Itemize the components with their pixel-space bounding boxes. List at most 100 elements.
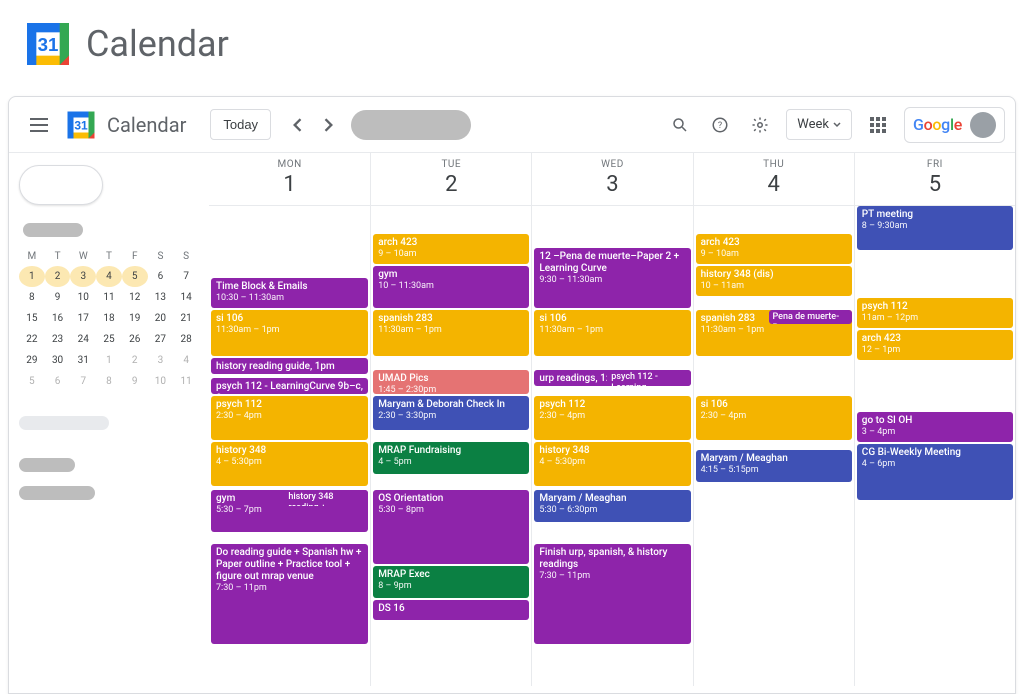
mini-cal-day[interactable]: 13 <box>148 287 174 308</box>
next-week-button[interactable] <box>313 109 345 141</box>
calendar-event[interactable]: Pena de muerte-Pap <box>769 310 852 324</box>
day-column[interactable]: 12 –Pena de muerte–Paper 2 + Learning Cu… <box>531 206 692 686</box>
mini-cal-day[interactable]: 16 <box>45 308 71 329</box>
calendar-event[interactable]: Finish urp, spanish, & history readings7… <box>534 544 690 644</box>
mini-cal-day[interactable]: 2 <box>45 266 71 287</box>
calendar-event[interactable]: PT meeting8 – 9:30am <box>857 206 1013 250</box>
calendar-event[interactable]: history 348 reading + <box>284 490 368 506</box>
mini-cal-day[interactable]: 4 <box>173 350 199 371</box>
calendar-event[interactable]: Do reading guide + Spanish hw + Paper ou… <box>211 544 368 644</box>
app-title: Calendar <box>107 113 186 137</box>
mini-cal-day[interactable]: 20 <box>148 308 174 329</box>
main-menu-button[interactable] <box>19 105 59 145</box>
mini-cal-day[interactable]: 25 <box>96 329 122 350</box>
mini-cal-day[interactable]: 5 <box>19 371 45 392</box>
day-column[interactable]: arch 4239 – 10amgym10 – 11:30amspanish 2… <box>370 206 531 686</box>
mini-calendar[interactable]: MTWTFSS 12345678910111213141516171819202… <box>19 247 199 392</box>
mini-cal-day[interactable]: 26 <box>122 329 148 350</box>
calendar-event[interactable]: si 1062:30 – 4pm <box>696 396 852 440</box>
calendar-event[interactable]: MRAP Exec8 – 9pm <box>373 566 529 598</box>
mini-cal-day[interactable]: 7 <box>173 266 199 287</box>
mini-cal-day[interactable]: 31 <box>70 350 96 371</box>
calendar-event[interactable]: arch 42312 – 1pm <box>857 330 1013 360</box>
calendar-event[interactable]: Maryam / Meaghan5:30 – 6:30pm <box>534 490 690 522</box>
mini-cal-day[interactable]: 17 <box>70 308 96 329</box>
mini-cal-day[interactable]: 21 <box>173 308 199 329</box>
calendar-event[interactable]: gym10 – 11:30am <box>373 266 529 308</box>
calendar-event[interactable]: Time Block & Emails10:30 – 11:30am <box>211 278 368 308</box>
mini-cal-day[interactable]: 5 <box>122 266 148 287</box>
calendar-event[interactable]: arch 4239 – 10am <box>373 234 529 264</box>
mini-cal-day[interactable]: 29 <box>19 350 45 371</box>
sidebar-placeholder <box>19 458 75 472</box>
calendar-event[interactable]: 12 –Pena de muerte–Paper 2 + Learning Cu… <box>534 248 690 308</box>
calendar-event[interactable]: OS Orientation5:30 – 8pm <box>373 490 529 564</box>
search-button[interactable] <box>662 107 698 143</box>
mini-cal-day[interactable]: 24 <box>70 329 96 350</box>
mini-cal-day[interactable]: 27 <box>148 329 174 350</box>
mini-cal-day[interactable]: 15 <box>19 308 45 329</box>
calendar-event[interactable]: MRAP Fundraising4 – 5pm <box>373 442 529 474</box>
calendar-event[interactable]: CG Bi-Weekly Meeting4 – 6pm <box>857 444 1013 500</box>
app-logo[interactable]: 31 Calendar <box>63 107 186 143</box>
calendar-event[interactable]: psych 1122:30 – 4pm <box>211 396 368 440</box>
calendar-logo-small-icon: 31 <box>63 107 99 143</box>
mini-cal-day[interactable]: 22 <box>19 329 45 350</box>
help-button[interactable]: ? <box>702 107 738 143</box>
calendar-event[interactable]: history 3484 – 5:30pm <box>211 442 368 486</box>
mini-cal-day[interactable]: 19 <box>122 308 148 329</box>
mini-cal-day[interactable]: 23 <box>45 329 71 350</box>
calendar-event[interactable]: UMAD Pics1:45 – 2:30pm <box>373 370 529 394</box>
mini-cal-day[interactable]: 3 <box>70 266 96 287</box>
mini-cal-day[interactable]: 1 <box>19 266 45 287</box>
mini-cal-day[interactable]: 11 <box>96 287 122 308</box>
calendar-event[interactable]: si 10611:30am – 1pm <box>211 310 368 356</box>
mini-cal-day[interactable]: 14 <box>173 287 199 308</box>
mini-cal-day[interactable]: 4 <box>96 266 122 287</box>
calendar-event[interactable]: psych 1122:30 – 4pm <box>534 396 690 440</box>
mini-cal-day[interactable]: 7 <box>70 371 96 392</box>
calendar-event[interactable]: Maryam / Meaghan4:15 – 5:15pm <box>696 450 852 482</box>
mini-cal-day[interactable]: 6 <box>45 371 71 392</box>
event-title: psych 112 - LearningCurve 9b–c, 2pm <box>216 381 363 394</box>
mini-cal-day[interactable]: 11 <box>173 371 199 392</box>
calendar-event[interactable]: si 10611:30am – 1pm <box>534 310 690 356</box>
mini-cal-day[interactable]: 8 <box>19 287 45 308</box>
mini-cal-day[interactable]: 10 <box>70 287 96 308</box>
mini-cal-day[interactable]: 30 <box>45 350 71 371</box>
mini-cal-day[interactable]: 10 <box>148 371 174 392</box>
mini-cal-day[interactable]: 6 <box>148 266 174 287</box>
day-column[interactable]: PT meeting8 – 9:30am psych 11211am – 12pm… <box>854 206 1015 686</box>
today-button[interactable]: Today <box>210 109 271 140</box>
create-event-button[interactable] <box>19 165 103 205</box>
avatar <box>970 112 996 138</box>
calendar-event[interactable]: psych 112 - Learning <box>607 370 690 386</box>
account-switcher[interactable]: Google <box>904 107 1005 143</box>
calendar-event[interactable]: history reading guide, 1pm <box>211 358 368 374</box>
mini-cal-day[interactable]: 18 <box>96 308 122 329</box>
mini-cal-day[interactable]: 12 <box>122 287 148 308</box>
calendar-event[interactable]: DS 16 <box>373 600 529 620</box>
prev-week-button[interactable] <box>281 109 313 141</box>
mini-cal-day[interactable]: 28 <box>173 329 199 350</box>
view-selector[interactable]: Week <box>786 109 852 140</box>
calendar-event[interactable]: history 348 (dis)10 – 11am <box>696 266 852 296</box>
calendar-event[interactable]: go to SI OH3 – 4pm <box>857 412 1013 442</box>
day-column[interactable]: arch 4239 – 10amhistory 348 (dis)10 – 11… <box>693 206 854 686</box>
calendar-event[interactable]: arch 4239 – 10am <box>696 234 852 264</box>
calendar-event[interactable]: spanish 28311:30am – 1pm <box>373 310 529 356</box>
day-header: FRI5 <box>854 153 1015 205</box>
mini-cal-day[interactable]: 9 <box>122 371 148 392</box>
mini-cal-day[interactable]: 2 <box>122 350 148 371</box>
calendar-event[interactable]: history 3484 – 5:30pm <box>534 442 690 486</box>
mini-cal-day[interactable]: 1 <box>96 350 122 371</box>
google-apps-button[interactable] <box>860 107 896 143</box>
calendar-event[interactable]: Maryam & Deborah Check In2:30 – 3:30pm <box>373 396 529 430</box>
calendar-event[interactable]: psych 112 - LearningCurve 9b–c, 2pm <box>211 378 368 394</box>
settings-button[interactable] <box>742 107 778 143</box>
mini-cal-day[interactable]: 8 <box>96 371 122 392</box>
mini-cal-day[interactable]: 9 <box>45 287 71 308</box>
mini-cal-day[interactable]: 3 <box>148 350 174 371</box>
calendar-event[interactable]: psych 11211am – 12pm <box>857 298 1013 328</box>
day-column[interactable]: Time Block & Emails10:30 – 11:30amsi 106… <box>209 206 370 686</box>
